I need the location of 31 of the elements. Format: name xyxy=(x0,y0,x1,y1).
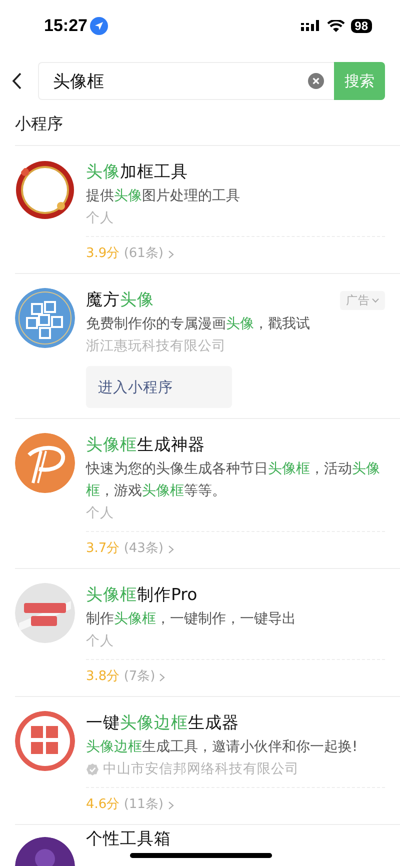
chevron-right-icon[interactable] xyxy=(168,250,174,258)
program-description: 提供头像图片处理的工具 xyxy=(86,187,241,206)
program-description: 免费制作你的专属漫画头像，戳我试 xyxy=(86,315,311,334)
program-description: 快速为您的头像生成各种节日 头像框，活动头像框，游戏头像框等等。 xyxy=(86,460,381,501)
wifi-icon xyxy=(326,20,345,32)
chevron-right-icon[interactable] xyxy=(168,544,174,554)
battery-level: 98 xyxy=(350,19,372,33)
search-field[interactable]: 头像框 xyxy=(38,62,334,100)
section-title: 小程序 xyxy=(15,100,400,146)
chevron-down-icon[interactable] xyxy=(372,298,379,302)
search-input[interactable]: 头像框 xyxy=(51,70,308,92)
signal-icon xyxy=(300,20,321,32)
program-title[interactable]: 头像框制作Pro xyxy=(86,583,198,607)
program-title[interactable]: 魔方头像 xyxy=(86,288,154,312)
program-title[interactable]: 头像加框工具 xyxy=(86,160,188,184)
owner-name: 个人 xyxy=(86,209,114,228)
owner-name: 个人 xyxy=(86,632,114,651)
chevron-right-icon[interactable] xyxy=(159,672,166,682)
program-description: 头像边框生成工具，邀请小伙伴和你一起换! xyxy=(86,738,359,757)
program-description: 制作头像框，一键制作，一键导出 xyxy=(86,610,297,629)
clear-icon[interactable] xyxy=(308,73,324,89)
owner-name: 浙江惠玩科技有限公司 xyxy=(86,337,226,356)
clock-time: 15:27 xyxy=(44,16,88,36)
chevron-right-icon[interactable] xyxy=(168,800,174,810)
back-chevron-icon[interactable] xyxy=(12,72,22,90)
program-title[interactable]: 个性工具箱 xyxy=(86,827,171,851)
owner-name: 个人 xyxy=(86,504,114,523)
enter-mini-program-button[interactable]: 进入小程序 xyxy=(86,366,232,408)
program-title[interactable]: 一键头像边框生成器 xyxy=(86,711,239,735)
owner-name: 中山市安信邦网络科技有限公司 xyxy=(103,760,299,779)
program-title[interactable]: 头像框生成神器 xyxy=(86,433,205,457)
